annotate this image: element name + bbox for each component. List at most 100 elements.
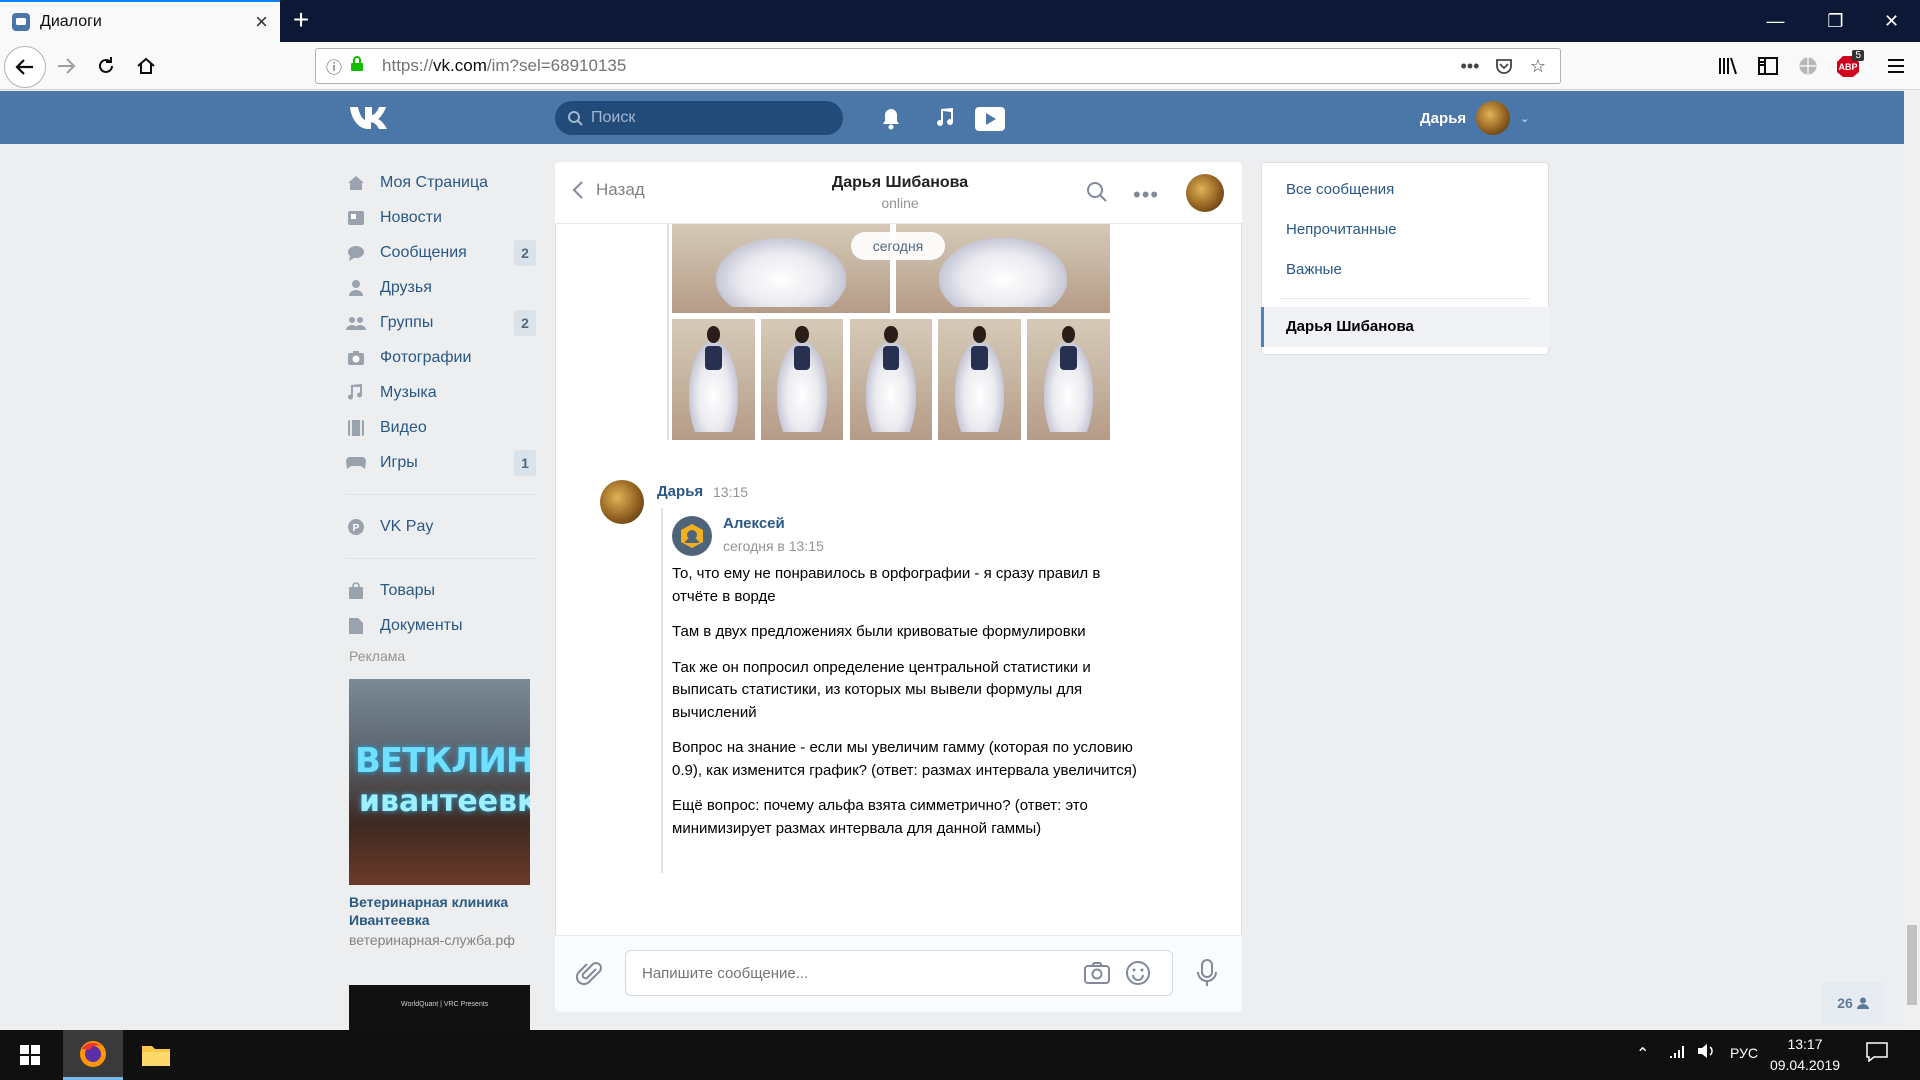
bell-icon[interactable] <box>877 105 905 133</box>
shopping-bag-icon <box>346 581 366 601</box>
page-scrollbar[interactable] <box>1904 90 1920 1030</box>
sidebar-item-news[interactable]: Новости <box>346 200 536 235</box>
sidebar-item-label: Игры <box>380 453 418 471</box>
back-link[interactable]: Назад <box>572 180 645 200</box>
ad-image[interactable]: ВЕТКЛИНИКА ивантеевка <box>349 679 530 885</box>
lock-icon[interactable] <box>350 55 364 77</box>
sidebar-icon[interactable] <box>1752 50 1784 82</box>
home-button[interactable] <box>130 50 162 82</box>
close-window-button[interactable]: ✕ <box>1864 0 1919 42</box>
photo-thumbnail[interactable] <box>938 319 1021 440</box>
sidebar-item-video[interactable]: Видео <box>346 410 536 445</box>
sidebar-item-messages[interactable]: Сообщения 2 <box>346 235 536 270</box>
url-text[interactable]: https://vk.com/im?sel=68910135 <box>382 56 1448 76</box>
chat-title[interactable]: Дарья Шибанова <box>760 174 1040 192</box>
forwarded-author[interactable]: Алексей <box>723 515 785 532</box>
ad-title-link[interactable]: Ветеринарная клиника Ивантеевка <box>349 893 539 929</box>
message-time[interactable]: 13:15 <box>713 484 748 500</box>
browser-back-button[interactable] <box>4 46 46 88</box>
message-avatar[interactable] <box>600 480 644 524</box>
ads-label: Реклама <box>349 648 406 664</box>
chat-avatar[interactable] <box>1186 174 1224 212</box>
online-count: 26 <box>1837 995 1853 1011</box>
filter-all-messages[interactable]: Все сообщения <box>1286 181 1394 198</box>
chevron-left-icon <box>572 181 583 199</box>
restore-button[interactable]: ❐ <box>1808 0 1863 42</box>
photo-thumbnail[interactable] <box>672 319 755 440</box>
speaker-icon[interactable] <box>1696 1042 1716 1065</box>
chat-search-icon[interactable] <box>1085 180 1111 206</box>
message-paragraph: То, что ему не понравилось в орфографии … <box>672 565 1101 605</box>
smile-icon[interactable] <box>1125 960 1153 988</box>
vk-logo-icon[interactable] <box>348 103 392 133</box>
gamepad-icon <box>346 453 366 473</box>
user-name: Дарья <box>1420 109 1467 127</box>
more-actions-icon[interactable]: ••• <box>1133 182 1159 208</box>
globe-icon[interactable] <box>1792 50 1824 82</box>
library-icon[interactable] <box>1712 50 1744 82</box>
sidebar-item-label: Сообщения <box>380 243 467 261</box>
forwarded-avatar[interactable] <box>672 516 712 556</box>
sidebar-item-vkpay[interactable]: P VK Pay <box>346 509 536 544</box>
windows-start-button[interactable] <box>0 1030 60 1080</box>
online-friends-button[interactable]: 26 <box>1822 982 1884 1024</box>
search-icon <box>568 111 583 126</box>
chevron-up-icon[interactable]: ⌃ <box>1636 1044 1649 1064</box>
new-tab-button[interactable]: + <box>286 6 316 36</box>
sidebar-item-music[interactable]: Музыка <box>346 375 536 410</box>
language-indicator[interactable]: РУС <box>1730 1045 1758 1061</box>
filter-important[interactable]: Важные <box>1286 261 1342 278</box>
photo-thumbnail[interactable] <box>761 319 843 440</box>
user-menu[interactable]: Дарья ⌄ <box>1420 100 1529 136</box>
sidebar-item-games[interactable]: Игры 1 <box>346 445 536 480</box>
system-clock[interactable]: 13:17 09.04.2019 <box>1760 1034 1850 1076</box>
minimize-button[interactable]: — <box>1748 0 1803 42</box>
music-note-icon[interactable] <box>932 105 960 133</box>
svg-text:ABP: ABP <box>1838 62 1857 72</box>
sidebar-item-label: Музыка <box>380 383 437 401</box>
tab-close-icon[interactable]: × <box>255 11 268 33</box>
clock-date: 09.04.2019 <box>1769 1057 1841 1073</box>
play-icon[interactable] <box>974 105 1006 133</box>
page-actions-icon[interactable]: ••• <box>1458 54 1482 78</box>
video-icon <box>346 418 366 438</box>
browser-tab[interactable]: Диалоги × <box>0 0 280 42</box>
network-icon[interactable] <box>1668 1042 1688 1065</box>
pocket-icon[interactable] <box>1492 54 1516 78</box>
sidebar-item-label: Товары <box>380 581 436 599</box>
sidebar-item-groups[interactable]: Группы 2 <box>346 305 536 340</box>
microphone-icon[interactable] <box>1194 958 1224 988</box>
arrow-right-icon <box>58 58 76 74</box>
firefox-taskbar-button[interactable] <box>63 1030 123 1080</box>
scrollbar-thumb[interactable] <box>1907 925 1917 1005</box>
reload-button[interactable] <box>90 50 122 82</box>
music-icon <box>346 383 366 403</box>
sidebar-item-my-page[interactable]: Моя Страница <box>346 165 536 200</box>
camera-icon[interactable] <box>1083 960 1111 988</box>
windows-logo-icon <box>20 1045 40 1065</box>
sidebar-item-photos[interactable]: Фотографии <box>346 340 536 375</box>
info-icon[interactable]: ⓘ <box>326 54 342 78</box>
sidebar-item-friends[interactable]: Друзья <box>346 270 536 305</box>
search-placeholder: Поиск <box>591 109 636 126</box>
adblock-icon[interactable]: ABP 5 <box>1832 50 1864 82</box>
sidebar-item-label: VK Pay <box>380 517 434 535</box>
photo-thumbnail[interactable] <box>850 319 932 440</box>
unread-badge: 2 <box>514 239 536 266</box>
paperclip-icon[interactable] <box>575 960 606 990</box>
file-explorer-taskbar-button[interactable] <box>126 1030 186 1080</box>
sidebar-item-documents[interactable]: Документы <box>346 608 536 643</box>
messages-icon <box>346 243 366 263</box>
photo-thumbnail[interactable] <box>1027 319 1110 440</box>
message-author[interactable]: Дарья <box>657 483 703 500</box>
sidebar-item-goods[interactable]: Товары <box>346 573 536 608</box>
hamburger-menu-icon[interactable] <box>1880 50 1912 82</box>
ad-image[interactable]: WorldQuant | VRC Presents <box>349 985 530 1030</box>
bookmark-star-icon[interactable]: ☆ <box>1526 54 1550 78</box>
vk-search-input[interactable]: Поиск <box>555 101 843 135</box>
url-bar[interactable]: ⓘ https://vk.com/im?sel=68910135 ••• ☆ <box>315 48 1561 84</box>
filter-unread[interactable]: Непрочитанные <box>1286 221 1397 238</box>
menu-divider <box>346 558 536 559</box>
notifications-icon[interactable] <box>1866 1042 1888 1067</box>
browser-forward-button[interactable] <box>50 50 82 82</box>
